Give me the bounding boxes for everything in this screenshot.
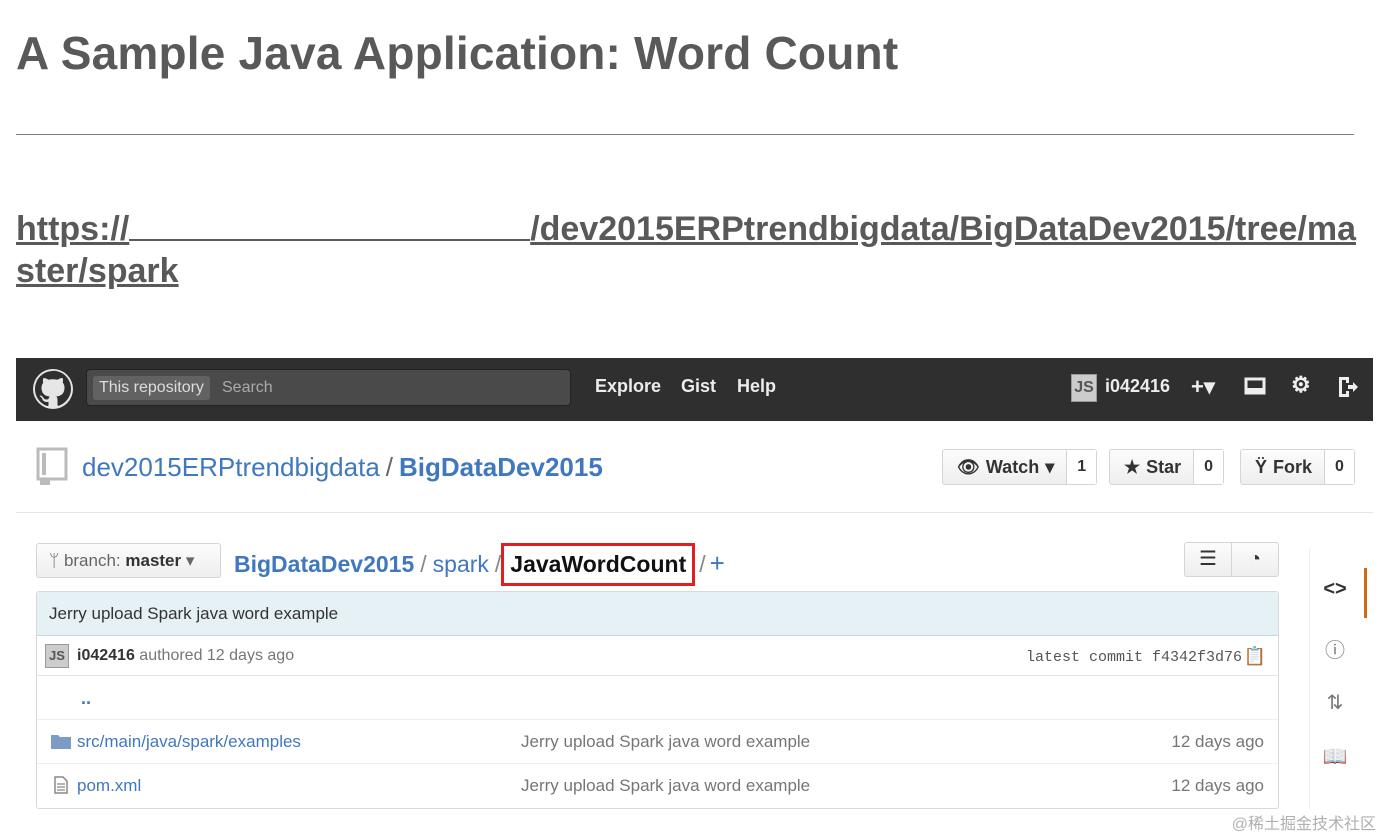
search-placeholder: Search	[222, 379, 273, 396]
file-commit-message[interactable]: Jerry upload Spark java word example	[521, 720, 810, 764]
repo-header: dev2015ERPtrendbigdata / BigDataDev2015 👁 W…	[16, 421, 1373, 513]
new-file-plus[interactable]: +	[710, 548, 725, 578]
commit-meta: JS i042416 authored 12 days ago latest c…	[37, 636, 1278, 676]
commit-message[interactable]: Jerry upload Spark java word example	[37, 592, 1278, 636]
file-path[interactable]: src/main/java/spark/examples	[77, 720, 301, 764]
breadcrumb-root[interactable]: BigDataDev2015	[234, 551, 414, 577]
create-new-icon[interactable]: +▾	[1191, 374, 1215, 400]
repo-name-link[interactable]: BigDataDev2015	[399, 452, 603, 482]
file-navigator: Jerry upload Spark java word example JS …	[36, 591, 1279, 809]
star-icon: ★	[1124, 457, 1141, 477]
star-button-group: ★ Star 0	[1109, 449, 1225, 485]
fork-count[interactable]: 0	[1324, 450, 1354, 484]
parent-directory-link[interactable]: ..	[81, 676, 91, 720]
branch-prefix: branch:	[63, 551, 121, 570]
parent-directory-row[interactable]: ..	[37, 676, 1278, 720]
file-text-icon	[51, 764, 71, 808]
file-name: pom.xml	[77, 776, 142, 795]
sign-out-icon[interactable]	[1336, 375, 1358, 405]
search-scope-label: This repository	[93, 376, 210, 400]
file-path-prefix: src/main/java/spark/	[77, 732, 229, 751]
fork-button[interactable]: Ÿ Fork	[1241, 450, 1324, 484]
issues-icon[interactable]: ⓘ	[1310, 634, 1360, 663]
wiki-book-icon[interactable]: 📖	[1310, 744, 1360, 769]
folder-icon	[51, 720, 71, 764]
caret-down-icon: ▾	[185, 551, 195, 570]
fork-button-group: Ÿ Fork 0	[1240, 449, 1355, 485]
file-age: 12 days ago	[1171, 776, 1264, 795]
file-commit-message[interactable]: Jerry upload Spark java word example	[521, 764, 810, 808]
watch-label: Watch	[985, 457, 1040, 477]
table-row[interactable]: pom.xml Jerry upload Spark java word exa…	[37, 764, 1278, 808]
github-header: This repository Search Explore Gist Help…	[16, 358, 1373, 421]
view-buttons: ☰ ◔	[1184, 542, 1279, 577]
breadcrumb-folder[interactable]: spark	[433, 551, 489, 577]
nav-help[interactable]: Help	[737, 376, 776, 397]
fork-label: Fork	[1273, 457, 1313, 477]
code-icon[interactable]: <>	[1310, 578, 1360, 601]
breadcrumb-sep: /	[420, 551, 427, 577]
search-input[interactable]: This repository Search	[86, 369, 571, 406]
file-path[interactable]: pom.xml	[77, 764, 141, 808]
user-avatar[interactable]: JS	[1071, 374, 1097, 402]
inbox-icon[interactable]	[1244, 376, 1266, 402]
commit-sha[interactable]: f4342f3d76	[1152, 649, 1242, 666]
watch-count[interactable]: 1	[1066, 450, 1097, 484]
watch-button-group: 👁 Watch ▾ 1	[942, 449, 1098, 485]
slide-title: A Sample Java Application: Word Count	[16, 27, 899, 79]
latest-commit-label: latest commit	[1025, 649, 1143, 666]
settings-gear-icon[interactable]: ⚙	[1291, 372, 1311, 398]
title-divider	[16, 134, 1354, 135]
star-count[interactable]: 0	[1193, 450, 1224, 484]
latest-commit: latest commit f4342f3d76	[1026, 638, 1242, 678]
fork-icon: Ÿ	[1255, 457, 1268, 477]
eye-icon: 👁	[957, 457, 980, 477]
branch-name: master	[125, 551, 182, 570]
nav-gist[interactable]: Gist	[681, 376, 716, 397]
repo-side-nav: <> ⓘ ⇅ 📖	[1309, 548, 1367, 808]
url-start: https://	[16, 210, 130, 248]
repo-owner-link[interactable]: dev2015ERPtrendbigdata	[82, 452, 380, 482]
github-octocat-icon[interactable]	[33, 369, 73, 409]
watermark: @稀土掘金技术社区	[1231, 816, 1376, 833]
active-indicator	[1364, 568, 1367, 618]
copy-sha-icon[interactable]: 📋	[1244, 636, 1266, 676]
repo-book-icon	[36, 447, 68, 485]
breadcrumb-trailing-sep: /	[699, 551, 706, 577]
commit-author[interactable]: i042416	[77, 647, 135, 664]
file-age: 12 days ago	[1171, 732, 1264, 751]
branch-selector[interactable]: ᛘ branch: master ▾	[36, 543, 221, 578]
history-icon[interactable]: ◔	[1231, 543, 1278, 576]
table-row[interactable]: src/main/java/spark/examples Jerry uploa…	[37, 720, 1278, 764]
star-button[interactable]: ★ Star	[1110, 450, 1193, 484]
watch-button[interactable]: 👁 Watch ▾	[943, 450, 1066, 484]
file-name: examples	[228, 732, 301, 751]
url-line2: ster/spark	[16, 252, 179, 290]
repo-title: dev2015ERPtrendbigdata / BigDataDev2015	[82, 452, 603, 483]
author-avatar[interactable]: JS	[45, 644, 69, 668]
breadcrumb-current-highlighted: JavaWordCount	[501, 543, 696, 586]
authored-time: authored 12 days ago	[139, 647, 295, 664]
list-view-icon[interactable]: ☰	[1185, 543, 1231, 576]
branch-icon: ᛘ	[49, 551, 60, 570]
url-end: /dev2015ERPtrendbigdata/BigDataDev2015/t…	[530, 210, 1356, 248]
star-label: Star	[1146, 457, 1182, 477]
breadcrumb: BigDataDev2015/spark / JavaWordCount / +	[234, 543, 725, 586]
nav-explore[interactable]: Explore	[595, 376, 661, 397]
url-redacted-gap	[129, 208, 531, 241]
caret-down-icon: ▾	[1045, 457, 1055, 477]
github-screenshot: This repository Search Explore Gist Help…	[16, 358, 1373, 828]
username-link[interactable]: i042416	[1105, 376, 1170, 397]
repo-title-separator: /	[385, 452, 394, 482]
repo-url-link[interactable]: https:// /dev2015ERPtrendbigdata/BigData…	[16, 208, 1356, 292]
pull-request-icon[interactable]: ⇅	[1310, 690, 1360, 715]
